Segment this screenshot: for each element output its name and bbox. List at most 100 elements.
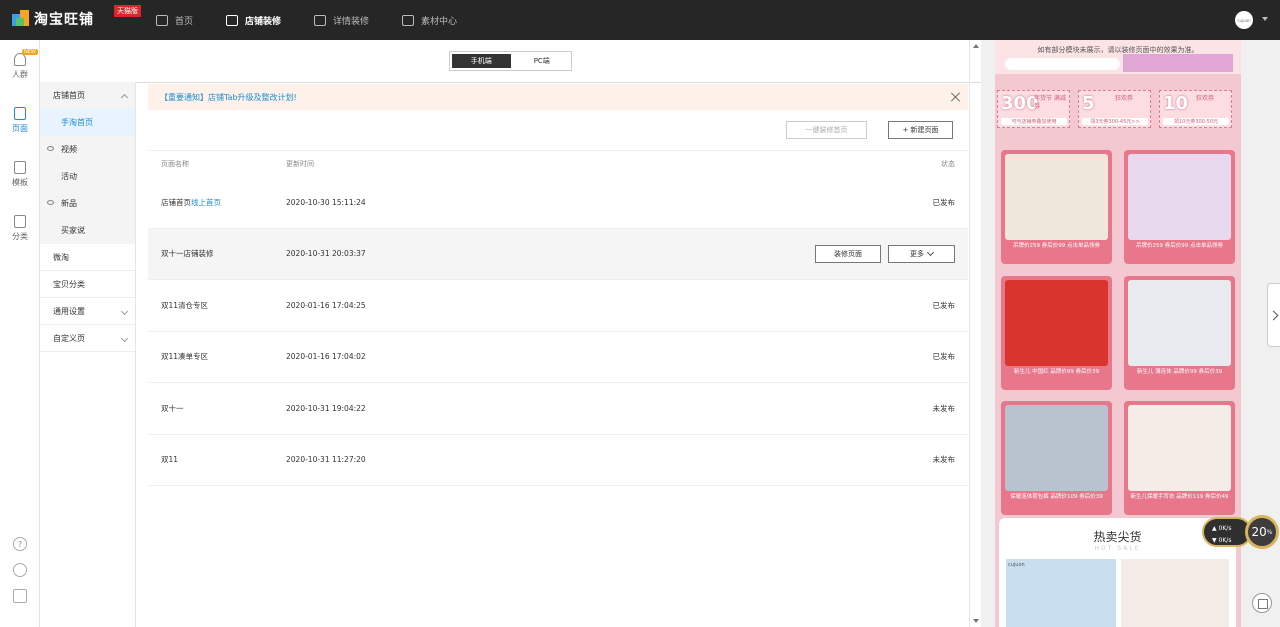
hot-sale-image[interactable]: cujuon bbox=[1006, 559, 1116, 627]
avatar[interactable]: cujuon bbox=[1235, 11, 1253, 29]
coupon-desc: 领3元券300-45元>> bbox=[1082, 118, 1148, 125]
nav-home[interactable]: 首页 bbox=[156, 0, 193, 40]
page-name: 双11 bbox=[161, 455, 179, 465]
rail-item-pages[interactable]: 页面 bbox=[0, 107, 40, 134]
notice-link[interactable]: 【重要通知】店铺Tab升级及整改计划! bbox=[160, 92, 297, 103]
table-header: 页面名称 更新时间 状态 bbox=[148, 150, 968, 177]
brand-logo[interactable]: 淘宝旺铺 天猫版 bbox=[12, 5, 141, 29]
decorate-page-button[interactable]: 装修页面 bbox=[815, 244, 881, 263]
coupon-card[interactable]: 5 狂欢券 领3元券300-45元>> bbox=[1078, 90, 1151, 128]
product-card[interactable]: 新生儿 薄连体 品牌价99 券后价39 bbox=[1124, 276, 1235, 390]
status-text: 已发布 bbox=[932, 197, 956, 207]
more-button[interactable]: 更多 bbox=[888, 244, 955, 263]
product-card[interactable]: 新生儿 中国红 品牌价99 券后价39 bbox=[1001, 276, 1112, 390]
coupon-label: 狂欢券 bbox=[1115, 95, 1134, 102]
nav-assets[interactable]: 素材中心 bbox=[402, 0, 457, 40]
rail-item-audience[interactable]: 人群 NEW bbox=[0, 49, 40, 80]
status-text: 已发布 bbox=[932, 300, 956, 310]
nav-detail-decor[interactable]: 详情装修 bbox=[314, 0, 369, 40]
table-row[interactable]: 双十一店铺装修 2020-10-31 20:03:37 装修页面 更多 bbox=[148, 228, 968, 280]
sidebar-item-mobile-home[interactable]: 手淘首页 bbox=[40, 109, 135, 136]
table-row[interactable]: 店铺首页线上首页 2020-10-30 15:11:24 已发布 bbox=[148, 177, 968, 229]
page-name: 双11凑单专区 bbox=[161, 352, 209, 362]
sidebar-item-new[interactable]: 新品 bbox=[40, 190, 135, 217]
rail-item-templates[interactable]: 模板 bbox=[0, 161, 40, 188]
product-card[interactable]: 吊牌价259 券后价99 点击单品领券 bbox=[1124, 150, 1235, 264]
chevron-up-icon bbox=[120, 93, 129, 102]
sidebar-item-custom-pages[interactable]: 自定义页 bbox=[40, 325, 135, 352]
folder-icon bbox=[402, 14, 415, 26]
one-click-decorate-button[interactable]: 一键装修首页 bbox=[786, 121, 867, 139]
speed-unit: K/s bbox=[1222, 525, 1232, 532]
vertical-scrollbar[interactable] bbox=[969, 40, 981, 627]
new-page-button[interactable]: + 新建页面 bbox=[888, 121, 953, 139]
sidebar-item-label: 通用设置 bbox=[53, 306, 85, 316]
logo-icon bbox=[12, 10, 30, 28]
coupon-row: 300 年货节 满减券 可与店铺券叠加使用 5 狂欢券 领3元券300-45元>> 10… bbox=[997, 90, 1232, 128]
edit-icon[interactable] bbox=[13, 589, 27, 603]
headset-icon[interactable] bbox=[13, 563, 27, 577]
sidebar-item-label: 买家说 bbox=[61, 226, 85, 235]
rail-label: 人群 bbox=[12, 70, 28, 79]
close-icon[interactable] bbox=[950, 91, 962, 103]
network-speed-widget[interactable]: ▲ 0K/s ▼ 0K/s 20% bbox=[1202, 515, 1280, 549]
chevron-down-icon bbox=[120, 334, 129, 343]
product-image bbox=[1128, 154, 1231, 240]
table-row[interactable]: 双11凑单专区 2020-01-16 17:04:02 已发布 bbox=[148, 332, 968, 383]
help-icon[interactable]: ? bbox=[13, 537, 27, 551]
tab-mobile[interactable]: 手机端 bbox=[452, 54, 511, 68]
qrcode-icon[interactable] bbox=[1252, 593, 1272, 613]
hot-sale-image[interactable] bbox=[1121, 559, 1229, 627]
sidebar-item-item-categories[interactable]: 宝贝分类 bbox=[40, 271, 135, 298]
sidebar-item-weitao[interactable]: 微淘 bbox=[40, 244, 135, 271]
product-card[interactable]: 保暖连体荷包裤 品牌价109 券后价39 bbox=[1001, 401, 1112, 515]
rail-label: 分类 bbox=[12, 232, 28, 241]
rail-label: 模板 bbox=[12, 178, 28, 187]
hidden-eye-icon[interactable] bbox=[47, 146, 54, 151]
divider bbox=[136, 82, 981, 83]
sidebar-item-general-settings[interactable]: 通用设置 bbox=[40, 298, 135, 325]
preview-note: 如有部分模块未展示，请以装修页面中的效果为准。 bbox=[995, 40, 1241, 74]
product-image bbox=[1005, 154, 1108, 240]
product-caption: 新生儿 中国红 品牌价99 券后价39 bbox=[1013, 369, 1100, 375]
table-row[interactable]: 双11清仓专区 2020-01-16 17:04:25 已发布 bbox=[148, 280, 968, 332]
product-card[interactable]: 吊牌价259 券后价99 点击单品领券 bbox=[1001, 150, 1112, 264]
collapse-preview-handle[interactable] bbox=[1267, 283, 1280, 347]
sidebar-item-video[interactable]: 视频 bbox=[40, 136, 135, 163]
scroll-down-icon[interactable] bbox=[973, 619, 979, 623]
banner-strip bbox=[1005, 58, 1120, 70]
coupon-card[interactable]: 10 狂欢券 领10元券300-50元 bbox=[1159, 90, 1232, 128]
scroll-up-icon[interactable] bbox=[973, 44, 979, 48]
coupon-label: 年货节 满减券 bbox=[1034, 95, 1066, 110]
table-row[interactable]: 双11 2020-10-31 11:27:20 未发布 bbox=[148, 435, 968, 486]
product-image bbox=[1128, 280, 1231, 366]
nav-store-decor[interactable]: 店铺装修 bbox=[226, 0, 281, 40]
table-row[interactable]: 双十一 2020-10-31 19:04:22 未发布 bbox=[148, 383, 968, 435]
sidebar-item-activity[interactable]: 活动 bbox=[40, 163, 135, 190]
page-name: 店铺首页线上首页 bbox=[161, 197, 221, 208]
tab-pc[interactable]: PC端 bbox=[513, 52, 572, 70]
chevron-down-icon bbox=[120, 307, 129, 316]
sidebar-item-buyer-say[interactable]: 买家说 bbox=[40, 217, 135, 244]
sidebar-item-store-home[interactable]: 店铺首页 bbox=[40, 82, 135, 109]
chevron-down-icon[interactable] bbox=[1262, 17, 1268, 21]
page-name: 双十一 bbox=[161, 403, 184, 413]
header-name: 页面名称 bbox=[161, 160, 189, 168]
banner-image bbox=[1123, 54, 1233, 72]
nav-label: 详情装修 bbox=[333, 16, 370, 27]
product-card[interactable]: 新生儿保暖手背衣 品牌价119 券后价49 bbox=[1124, 401, 1235, 515]
usage-percent: 20 bbox=[1251, 525, 1267, 539]
sidebar-item-label: 视频 bbox=[61, 145, 77, 154]
coupon-card[interactable]: 300 年货节 满减券 可与店铺券叠加使用 bbox=[997, 90, 1070, 128]
pages-table: 页面名称 更新时间 状态 店铺首页线上首页 2020-10-30 15:11:2… bbox=[148, 150, 968, 486]
hidden-eye-icon[interactable] bbox=[47, 200, 54, 205]
status-text: 未发布 bbox=[932, 455, 956, 465]
more-label: 更多 bbox=[910, 249, 924, 258]
rail-item-categories[interactable]: 分类 bbox=[0, 215, 40, 242]
chevron-down-icon bbox=[926, 248, 935, 256]
page-name: 双十一店铺装修 bbox=[161, 249, 214, 259]
online-home-link[interactable]: 线上首页 bbox=[191, 198, 221, 207]
status-text: 已发布 bbox=[932, 352, 956, 362]
update-time: 2020-10-31 19:04:22 bbox=[286, 403, 366, 413]
coupon-amount: 10 bbox=[1163, 93, 1189, 114]
